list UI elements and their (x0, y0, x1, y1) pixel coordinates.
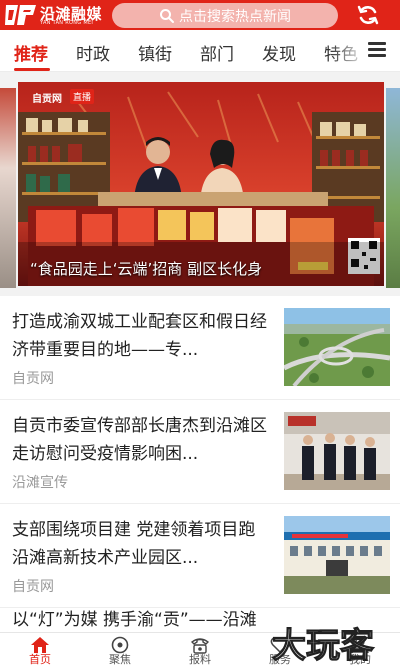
banner-caption: “食品园走上‘云端’招商 副区长化身 (30, 260, 263, 278)
nav-home[interactable]: 首页 (0, 633, 80, 667)
refresh-icon[interactable] (356, 4, 380, 26)
watermark: 大玩客 (271, 625, 374, 666)
nav-focus[interactable]: 聚焦 (80, 633, 160, 667)
news-thumbnail[interactable] (284, 308, 390, 386)
news-title[interactable]: 打造成渝双城工业配套区和假日经济带重要目的地——专... (12, 308, 272, 364)
news-thumbnail[interactable] (284, 516, 390, 594)
news-source: 自贡网 (12, 579, 54, 595)
search-bar[interactable]: 点击搜索热点新闻 (112, 3, 338, 28)
industrial-park-photo (284, 516, 390, 594)
banner-slide[interactable]: 自贡网 直播 “食品园走上‘云端’招商 副区长化身 (18, 82, 384, 286)
logo-mark-icon (5, 5, 36, 25)
news-item[interactable]: 支部围绕项目建 党建领着项目跑 沿滩高新技术产业园区... 自贡网 (0, 504, 400, 608)
focus-icon (111, 636, 129, 654)
banner-next-peek[interactable] (386, 88, 400, 288)
app-header: 沿滩融媒 YAN TAN RONG MEI 点击搜索热点新闻 (0, 0, 400, 30)
tab-towns[interactable]: 镇街 (138, 40, 172, 65)
news-title[interactable]: 以“灯”为媒 携手渝“贡”——沿滩 (12, 606, 282, 634)
interchange-photo (284, 308, 390, 386)
nav-label: 首页 (29, 653, 51, 666)
app-logo[interactable]: 沿滩融媒 YAN TAN RONG MEI (4, 2, 104, 28)
home-icon (31, 637, 49, 653)
nav-label: 聚焦 (109, 653, 131, 666)
logo-subtext: YAN TAN RONG MEI (40, 20, 94, 26)
tab-discover[interactable]: 发现 (262, 40, 296, 65)
banner-brand-logo: 自贡网 (32, 94, 62, 105)
search-icon (160, 8, 174, 23)
banner-carousel[interactable]: 自贡网 直播 “食品园走上‘云端’招商 副区长化身 (0, 72, 400, 296)
nav-label: 报料 (189, 653, 211, 666)
news-title[interactable]: 支部围绕项目建 党建领着项目跑 沿滩高新技术产业园区... (12, 516, 272, 572)
phone-icon (190, 638, 210, 654)
news-item[interactable]: 自贡市委宣传部部长唐杰到沿滩区走访慰问受疫情影响困... 沿滩宣传 (0, 400, 400, 504)
news-thumbnail[interactable] (284, 412, 390, 490)
news-title[interactable]: 自贡市委宣传部部长唐杰到沿滩区走访慰问受疫情影响困... (12, 412, 272, 468)
news-item[interactable]: 打造成渝双城工业配套区和假日经济带重要目的地——专... 自贡网 (0, 296, 400, 400)
nav-report[interactable]: 报料 (160, 633, 240, 667)
live-badge: 直播 (70, 89, 95, 104)
tabs-fade (330, 30, 368, 71)
banner-prev-peek[interactable] (0, 88, 16, 288)
tab-departments[interactable]: 部门 (200, 40, 234, 65)
active-tab-indicator (14, 68, 50, 71)
tab-politics[interactable]: 时政 (76, 40, 110, 65)
banner-image (18, 82, 384, 286)
tab-recommend[interactable]: 推荐 (14, 40, 48, 65)
category-tabs: 推荐 时政 镇街 部门 发现 特色 (0, 30, 400, 72)
search-placeholder: 点击搜索热点新闻 (179, 8, 291, 25)
visit-photo (284, 412, 390, 490)
news-source: 自贡网 (12, 371, 54, 387)
menu-icon[interactable] (368, 42, 386, 58)
news-source: 沿滩宣传 (12, 475, 68, 491)
